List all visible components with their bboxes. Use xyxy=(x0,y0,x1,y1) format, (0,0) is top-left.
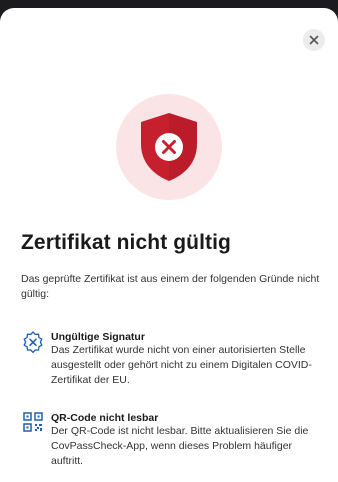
shield-x-icon xyxy=(141,113,197,181)
reason-title: Ungültige Signatur xyxy=(51,331,145,343)
reason-title: QR-Code nicht lesbar xyxy=(51,412,159,424)
qr-code-icon xyxy=(23,412,43,432)
reason-description: Das Zertifikat wurde nicht von einer aut… xyxy=(51,344,312,386)
reason-description: Der QR-Code ist nicht lesbar. Bitte aktu… xyxy=(51,425,309,467)
invalid-signature-icon xyxy=(23,331,43,353)
page-title: Zertifikat nicht gültig xyxy=(21,231,231,254)
close-icon xyxy=(309,35,319,45)
close-button[interactable] xyxy=(303,29,325,51)
intro-text: Das geprüfte Zertifikat ist aus einem de… xyxy=(21,273,320,300)
result-sheet: Zertifikat nicht gültig Das geprüfte Zer… xyxy=(0,8,338,482)
hero-badge xyxy=(116,94,222,200)
